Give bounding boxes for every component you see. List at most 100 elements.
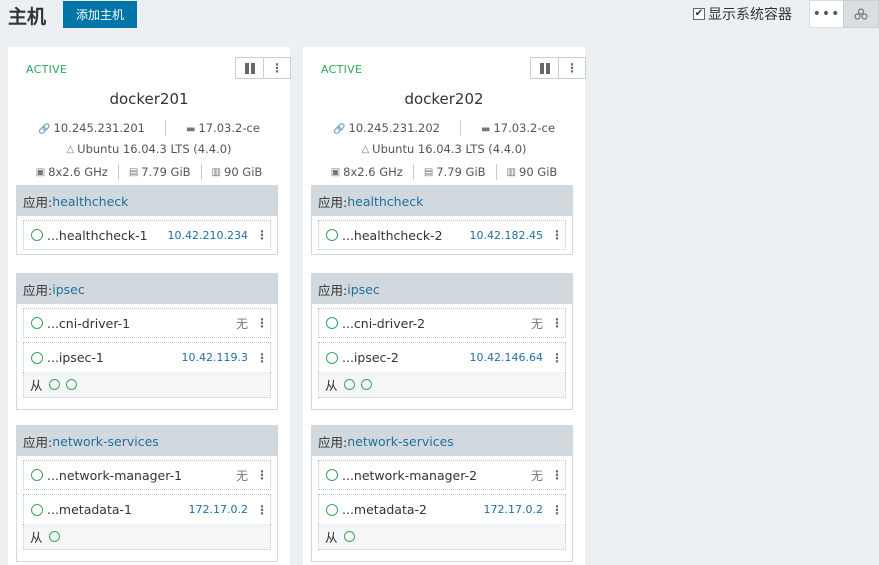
container-ip: 无 (235, 468, 248, 483)
top-bar: 主机 添加主机 ✔ 显示系统容器 ••• (0, 0, 879, 30)
more-dots-icon: ••• (812, 6, 841, 22)
cpu-info: 8x2.6 GHz (48, 165, 108, 179)
linux-icon: △ (66, 143, 75, 155)
stack-link[interactable]: ipsec (52, 282, 84, 297)
stack-card: 应用: network-services ...network-manager-… (311, 425, 573, 562)
container-name[interactable]: ...cni-driver-2 (342, 316, 425, 331)
container-name[interactable]: ...ipsec-2 (342, 350, 399, 365)
host-os-row: △ Ubuntu 16.04.3 LTS (4.4.0) (303, 142, 585, 156)
status-running-icon (326, 317, 338, 329)
container-row[interactable]: ...ipsec-2 10.42.146.64 ⋮ (318, 342, 566, 372)
container-row[interactable]: ...ipsec-1 10.42.119.3 ⋮ (23, 342, 271, 372)
status-running-icon (31, 317, 43, 329)
page-title: 主机 (8, 6, 47, 28)
divider (200, 164, 202, 180)
add-host-button[interactable]: 添加主机 (63, 1, 137, 28)
cpu-icon: ▣ (35, 166, 46, 178)
container-menu-button[interactable]: ⋮ (256, 503, 268, 517)
stack-card: 应用: healthcheck ...healthcheck-1 10.42.2… (16, 185, 278, 255)
stack-link[interactable]: healthcheck (52, 194, 128, 209)
container-menu-button[interactable]: ⋮ (256, 228, 268, 242)
host-menu-button[interactable]: ⋮ (264, 58, 290, 78)
sidekick-status-icon[interactable] (48, 379, 60, 390)
pause-host-button[interactable] (236, 58, 264, 78)
host-card: ACTIVE ⋮ docker202 🔗 10.245.231.202 ▬ 17.0… (303, 47, 586, 565)
container-name[interactable]: ...metadata-1 (47, 502, 132, 517)
container-menu-button[interactable]: ⋮ (551, 468, 563, 482)
host-controls: ⋮ (530, 57, 586, 79)
status-running-icon (326, 229, 338, 241)
stack-link[interactable]: network-services (52, 434, 159, 449)
storage-icon: ▥ (506, 166, 516, 178)
sidekick-status-icon[interactable] (343, 531, 355, 542)
container-row[interactable]: ...cni-driver-1 无 ⋮ (23, 308, 271, 338)
linux-icon: △ (361, 143, 370, 155)
host-card: ACTIVE ⋮ docker201 🔗 10.245.231.201 ▬ 17.0… (8, 47, 291, 565)
host-state-badge: ACTIVE (26, 63, 68, 76)
docker-info: ▬ 17.03.2-ce (481, 121, 555, 135)
storage-info: 90 GiB (519, 165, 558, 179)
container-ip: 172.17.0.2 (188, 503, 248, 516)
memory-info: 7.79 GiB (436, 165, 486, 179)
docker-icon: ▬ (186, 124, 196, 135)
stack-header: 应用: ipsec (312, 274, 572, 304)
container-menu-button[interactable]: ⋮ (551, 503, 563, 517)
container-menu-button[interactable]: ⋮ (256, 468, 268, 482)
container-row[interactable]: ...cni-driver-2 无 ⋮ (318, 308, 566, 338)
status-running-icon (31, 503, 43, 516)
container-name[interactable]: ...network-manager-2 (342, 468, 477, 483)
sidekick-label: 从 (30, 378, 43, 393)
container-menu-button[interactable]: ⋮ (256, 316, 268, 330)
container-row[interactable]: ...network-manager-2 无 ⋮ (318, 460, 566, 490)
container-row[interactable]: ...metadata-2 172.17.0.2 ⋮ (318, 494, 566, 524)
sidekick-row: 从 (23, 524, 271, 550)
host-network-row: 🔗 10.245.231.202 ▬ 17.03.2-ce (303, 120, 585, 136)
divider (460, 120, 461, 136)
sidekick-status-icon[interactable] (360, 379, 372, 390)
sidekick-status-icon[interactable] (343, 379, 355, 390)
host-os-row: △ Ubuntu 16.04.3 LTS (4.4.0) (8, 142, 290, 156)
checkbox-checked-icon[interactable]: ✔ (693, 8, 705, 20)
stack-link[interactable]: network-services (347, 434, 454, 449)
host-resources-row: ▣ 8x2.6 GHz ▤ 7.79 GiB ▥ 90 GiB (303, 164, 585, 180)
container-menu-button[interactable]: ⋮ (256, 351, 268, 365)
container-row[interactable]: ...metadata-1 172.17.0.2 ⋮ (23, 494, 271, 524)
container-name[interactable]: ...healthcheck-1 (47, 228, 148, 243)
ip-info: 🔗 10.245.231.201 (38, 121, 145, 135)
container-name[interactable]: ...ipsec-1 (47, 350, 104, 365)
storage-icon: ▥ (211, 166, 221, 178)
container-row[interactable]: ...healthcheck-2 10.42.182.45 ⋮ (318, 220, 566, 250)
stack-link[interactable]: healthcheck (347, 194, 423, 209)
memory-info: 7.79 GiB (141, 165, 191, 179)
container-row[interactable]: ...healthcheck-1 10.42.210.234 ⋮ (23, 220, 271, 250)
divider (495, 164, 497, 180)
host-menu-button[interactable]: ⋮ (559, 58, 585, 78)
stack-header: 应用: network-services (312, 426, 572, 456)
os-info: Ubuntu 16.04.3 LTS (4.4.0) (372, 142, 527, 156)
cpu-info: 8x2.6 GHz (343, 165, 403, 179)
container-menu-button[interactable]: ⋮ (551, 316, 563, 330)
stack-link[interactable]: ipsec (347, 282, 379, 297)
container-name[interactable]: ...healthcheck-2 (342, 228, 443, 243)
container-ip: 10.42.146.64 (469, 351, 543, 364)
container-menu-button[interactable]: ⋮ (551, 228, 563, 242)
sidekick-status-icon[interactable] (65, 379, 77, 390)
show-system-containers-toggle[interactable]: ✔ 显示系统容器 (693, 4, 792, 24)
status-running-icon (326, 351, 338, 364)
container-row[interactable]: ...network-manager-1 无 ⋮ (23, 460, 271, 490)
link-icon: 🔗 (38, 124, 51, 135)
sidekick-status-icon[interactable] (48, 531, 60, 542)
show-system-label: 显示系统容器 (708, 7, 792, 23)
container-name[interactable]: ...cni-driver-1 (47, 316, 130, 331)
container-menu-button[interactable]: ⋮ (551, 351, 563, 365)
group-view-button[interactable] (843, 0, 879, 28)
host-name[interactable]: docker202 (303, 90, 585, 108)
pause-icon (244, 62, 249, 74)
host-name[interactable]: docker201 (8, 90, 290, 108)
container-name[interactable]: ...network-manager-1 (47, 468, 182, 483)
container-name[interactable]: ...metadata-2 (342, 502, 427, 517)
more-options-button[interactable]: ••• (809, 0, 844, 28)
pause-host-button[interactable] (531, 58, 559, 78)
memory-icon: ▤ (423, 166, 434, 178)
stack-card: 应用: ipsec ...cni-driver-2 无 ⋮ ...ipsec-2… (311, 273, 573, 410)
